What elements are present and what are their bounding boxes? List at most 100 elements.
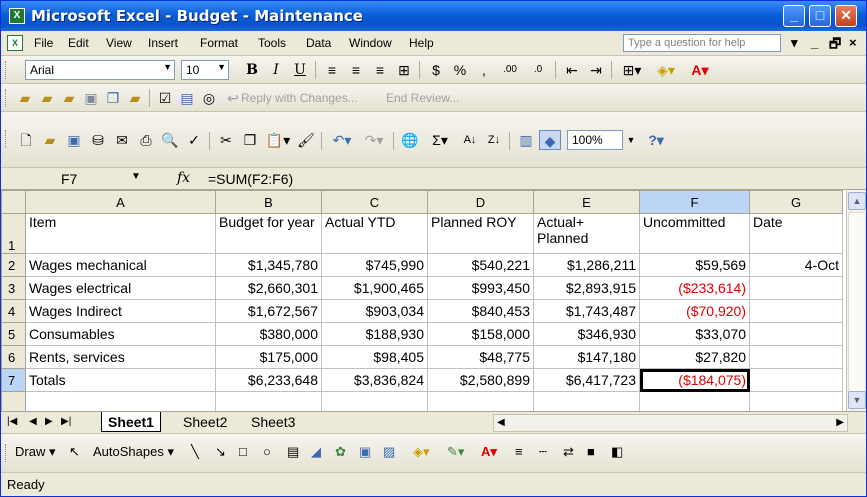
end-review-button[interactable]: End Review... [386, 88, 476, 108]
paste-icon[interactable]: 📋▾ [263, 130, 293, 150]
insert-function-button[interactable]: fx [177, 170, 190, 186]
planned-cell[interactable]: $48,775 [427, 345, 534, 369]
date-cell[interactable] [749, 276, 843, 300]
cell-g1[interactable]: Date [749, 213, 843, 254]
zoom-select[interactable]: 100% [567, 130, 623, 150]
percent-button[interactable]: % [449, 60, 471, 80]
empty-cell[interactable] [639, 391, 750, 411]
undo-icon[interactable]: ↶▾ [327, 130, 357, 150]
ask-dropdown-arrow[interactable]: ▾ [791, 35, 798, 51]
actual-cell[interactable]: $745,990 [321, 253, 428, 277]
actual-cell[interactable]: $98,405 [321, 345, 428, 369]
rectangle-icon[interactable]: □ [239, 444, 247, 459]
picture-icon[interactable]: ▨ [383, 444, 395, 460]
empty-cell[interactable] [215, 391, 322, 411]
budget-cell[interactable]: $1,345,780 [215, 253, 322, 277]
row-header[interactable]: 7 [1, 368, 26, 392]
email-icon[interactable]: ✉ [111, 130, 133, 150]
actual-cell[interactable]: $3,836,824 [321, 368, 428, 392]
doc-minimize-button[interactable]: _ [811, 35, 818, 50]
next-sheet-icon[interactable]: ▶ [45, 416, 53, 427]
font-size-select[interactable]: 10 ▼ [181, 60, 229, 80]
empty-cell[interactable] [321, 391, 428, 411]
actual-planned-cell[interactable]: $147,180 [533, 345, 640, 369]
web-icon[interactable]: ◎ [199, 88, 219, 108]
scroll-left-icon[interactable]: ◀ [497, 417, 505, 428]
decrease-indent-icon[interactable]: ⇤ [561, 60, 583, 80]
planned-cell[interactable]: $840,453 [427, 299, 534, 323]
actual-cell[interactable]: $903,034 [321, 299, 428, 323]
align-left-icon[interactable]: ≡ [321, 60, 343, 80]
chevron-down-icon[interactable]: ▼ [131, 171, 141, 182]
help-button[interactable]: ?▾ [641, 130, 671, 150]
uncommitted-cell[interactable]: $33,070 [639, 322, 750, 346]
toolbar-grip[interactable] [5, 89, 8, 107]
actual-planned-cell[interactable]: $1,743,487 [533, 299, 640, 323]
previous-sheet-icon[interactable]: ◀ [29, 416, 37, 427]
formula-input[interactable]: =SUM(F2:F6) [208, 171, 293, 187]
row-header[interactable]: 5 [1, 322, 26, 346]
menu-data[interactable]: Data [306, 36, 331, 50]
vertical-scrollbar[interactable]: ▲ ▼ [846, 190, 866, 411]
draw-menu-button[interactable]: Draw ▾ [15, 444, 55, 460]
menu-insert[interactable]: Insert [148, 36, 178, 50]
diagram-icon[interactable]: ✿ [335, 444, 346, 460]
line-icon[interactable]: ╲ [191, 444, 199, 460]
scroll-track[interactable] [848, 212, 866, 392]
copy-icon[interactable]: ❐ [239, 130, 261, 150]
doc-close-button[interactable]: × [849, 35, 857, 50]
first-sheet-icon[interactable]: |◀ [7, 416, 17, 427]
hyperlink-icon[interactable]: 🌐 [399, 130, 421, 150]
actual-cell[interactable]: $1,900,465 [321, 276, 428, 300]
budget-cell[interactable]: $2,660,301 [215, 276, 322, 300]
font-color-icon[interactable]: A▾ [685, 60, 715, 80]
empty-cell[interactable] [533, 391, 640, 411]
uncommitted-cell[interactable]: $59,569 [639, 253, 750, 277]
comma-button[interactable]: , [473, 60, 495, 80]
decrease-decimal-button[interactable]: .0 [525, 60, 551, 80]
reply-with-changes-button[interactable]: Reply with Changes... [241, 88, 391, 108]
copy-icon[interactable]: ❐ [103, 88, 123, 108]
toolbar-grip[interactable] [5, 61, 8, 79]
date-cell[interactable] [749, 299, 843, 323]
cell-b1[interactable]: Budget for year [215, 213, 322, 254]
new-document-icon[interactable]: 🗋 [15, 130, 37, 150]
cell-d1[interactable]: Planned ROY [427, 213, 534, 254]
arrow-style-icon[interactable]: ⇄ [563, 444, 574, 460]
line-color-icon[interactable]: ✎▾ [447, 444, 464, 460]
folder-icon[interactable]: ▰ [59, 88, 79, 108]
budget-cell[interactable]: $1,672,567 [215, 299, 322, 323]
currency-button[interactable]: $ [425, 60, 447, 80]
sort-descending-icon[interactable]: Z↓ [483, 130, 505, 150]
fill-color-icon[interactable]: ◈▾ [651, 60, 681, 80]
menu-edit[interactable]: Edit [68, 36, 89, 50]
column-header-c[interactable]: C [321, 190, 428, 214]
scroll-down-icon[interactable]: ▼ [848, 391, 866, 409]
text-box-icon[interactable]: ▤ [287, 444, 299, 460]
row-header[interactable]: 2 [1, 253, 26, 277]
name-box[interactable]: F7 ▼ [31, 171, 141, 188]
date-cell[interactable] [749, 345, 843, 369]
increase-decimal-button[interactable]: .00 [497, 60, 523, 80]
title-bar[interactable]: X Microsoft Excel - Budget - Maintenance… [1, 1, 866, 31]
last-sheet-icon[interactable]: ▶| [61, 416, 71, 427]
close-button[interactable]: ✕ [835, 5, 857, 27]
3d-style-icon[interactable]: ◧ [611, 444, 623, 460]
cell-f1[interactable]: Uncommitted [639, 213, 750, 254]
bold-button[interactable]: B [241, 60, 263, 80]
image-icon[interactable]: ▣ [81, 88, 101, 108]
autoshapes-menu-button[interactable]: AutoShapes ▾ [93, 444, 174, 460]
row-header[interactable]: 4 [1, 299, 26, 323]
permission-icon[interactable]: ⛁ [87, 130, 109, 150]
item-cell[interactable]: Wages electrical [25, 276, 216, 300]
planned-cell[interactable]: $540,221 [427, 253, 534, 277]
row-header[interactable] [1, 391, 26, 411]
dash-style-icon[interactable]: ┄ [539, 444, 547, 460]
print-icon[interactable]: ⎙ [135, 130, 157, 150]
budget-cell[interactable]: $6,233,648 [215, 368, 322, 392]
fill-color-icon[interactable]: ◈▾ [413, 444, 430, 460]
empty-cell[interactable] [749, 391, 843, 411]
menu-format[interactable]: Format [200, 36, 238, 50]
font-color-icon[interactable]: A▾ [481, 444, 497, 460]
cell-c1[interactable]: Actual YTD [321, 213, 428, 254]
